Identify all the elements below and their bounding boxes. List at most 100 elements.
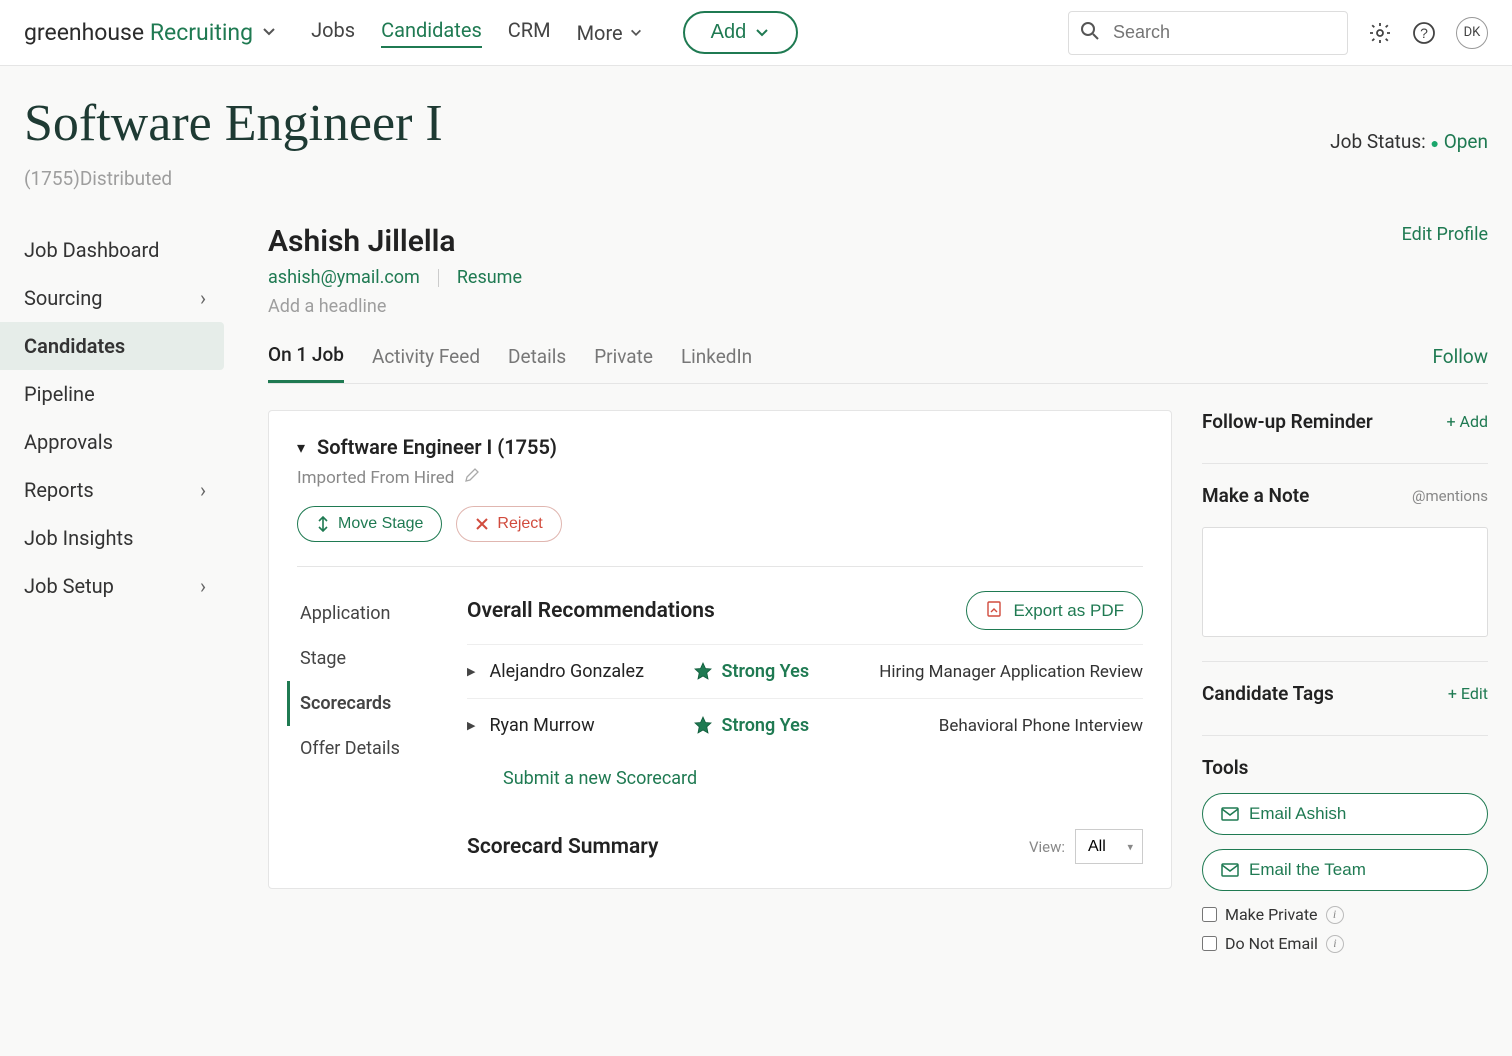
top-nav: Jobs Candidates CRM More — [311, 18, 643, 48]
followup-title: Follow-up Reminder — [1202, 410, 1373, 433]
sidebar-item-sourcing[interactable]: Sourcing › — [0, 274, 224, 322]
reject-label: Reject — [497, 515, 542, 533]
summary-title: Scorecard Summary — [467, 835, 658, 859]
sidebar-item-candidates[interactable]: Candidates — [0, 322, 224, 370]
settings-button[interactable] — [1368, 21, 1392, 45]
sidebar-item-label: Job Dashboard — [24, 238, 159, 262]
recommendation-row[interactable]: ▶ Alejandro Gonzalez Strong Yes Hiring M… — [467, 644, 1143, 698]
candidate-email-link[interactable]: ashish@ymail.com — [268, 267, 420, 288]
add-followup-link[interactable]: + Add — [1446, 412, 1488, 431]
help-button[interactable]: ? — [1412, 21, 1436, 45]
stage-actions: Move Stage Reject — [297, 506, 1143, 542]
email-candidate-label: Email Ashish — [1249, 804, 1346, 824]
email-team-button[interactable]: Email the Team — [1202, 849, 1488, 891]
card-inner-nav: Application Stage Scorecards Offer Detai… — [297, 591, 467, 864]
chevron-right-icon: › — [200, 574, 206, 598]
job-card-title: Software Engineer I (1755) — [317, 435, 557, 459]
sidebar-item-reports[interactable]: Reports› — [0, 466, 224, 514]
nav-candidates[interactable]: Candidates — [381, 18, 482, 48]
make-private-label: Make Private — [1225, 905, 1318, 924]
sidebar-item-job-dashboard[interactable]: Job Dashboard — [0, 226, 224, 274]
do-not-email-label: Do Not Email — [1225, 934, 1318, 953]
chevron-right-icon: › — [200, 286, 206, 310]
tools-title: Tools — [1202, 756, 1488, 779]
move-icon — [316, 516, 330, 532]
sidebar-item-job-setup[interactable]: Job Setup› — [0, 562, 224, 610]
tags-title: Candidate Tags — [1202, 682, 1334, 705]
resume-link[interactable]: Resume — [457, 267, 522, 288]
view-select[interactable]: All — [1075, 829, 1143, 864]
content: Ashish Jillella ashish@ymail.com Resume … — [224, 200, 1512, 977]
move-stage-button[interactable]: Move Stage — [297, 506, 442, 542]
two-column: ▾ Software Engineer I (1755) Imported Fr… — [268, 410, 1488, 953]
info-icon[interactable]: i — [1326, 935, 1344, 953]
imported-label: Imported From Hired — [297, 468, 454, 488]
pencil-icon[interactable] — [464, 467, 480, 488]
search-box — [1068, 11, 1348, 55]
submit-scorecard-link[interactable]: Submit a new Scorecard — [503, 768, 697, 789]
followup-section: Follow-up Reminder + Add — [1202, 410, 1488, 464]
expand-caret-icon[interactable]: ▶ — [467, 665, 475, 678]
nav-crm[interactable]: CRM — [508, 18, 551, 48]
tab-on-job[interactable]: On 1 Job — [268, 343, 344, 383]
chevron-down-icon[interactable] — [261, 19, 277, 46]
export-pdf-button[interactable]: Export as PDF — [966, 591, 1143, 630]
make-private-toggle[interactable]: Make Private i — [1202, 905, 1488, 924]
pdf-icon — [985, 600, 1003, 621]
make-private-checkbox[interactable] — [1202, 907, 1217, 922]
search-input[interactable] — [1068, 11, 1348, 55]
help-icon: ? — [1412, 21, 1436, 45]
page-header: Software Engineer I Job Status: ● Open (… — [0, 66, 1512, 200]
nav-more[interactable]: More — [577, 18, 643, 48]
inner-nav-scorecards[interactable]: Scorecards — [287, 681, 467, 726]
edit-tags-link[interactable]: + Edit — [1448, 684, 1488, 703]
collapse-caret-icon[interactable]: ▾ — [297, 438, 305, 457]
inner-nav-stage[interactable]: Stage — [300, 636, 467, 681]
mentions-link[interactable]: @mentions — [1412, 487, 1488, 505]
status-dot-icon: ● — [1431, 136, 1439, 152]
review-stage: Behavioral Phone Interview — [867, 716, 1143, 736]
mail-icon — [1221, 807, 1239, 821]
email-candidate-button[interactable]: Email Ashish — [1202, 793, 1488, 835]
do-not-email-checkbox[interactable] — [1202, 936, 1217, 951]
job-status-label: Job Status: — [1330, 130, 1426, 153]
inner-nav-offer-details[interactable]: Offer Details — [300, 726, 467, 771]
tab-details[interactable]: Details — [508, 345, 566, 382]
expand-caret-icon[interactable]: ▶ — [467, 719, 475, 732]
follow-link[interactable]: Follow — [1433, 345, 1489, 382]
recommendation-row[interactable]: ▶ Ryan Murrow Strong Yes Behavioral Phon… — [467, 698, 1143, 752]
sidebar-item-label: Sourcing — [24, 286, 103, 310]
tab-linkedin[interactable]: LinkedIn — [681, 345, 752, 382]
tab-activity-feed[interactable]: Activity Feed — [372, 345, 480, 382]
sidebar-item-approvals[interactable]: Approvals — [0, 418, 224, 466]
add-headline[interactable]: Add a headline — [268, 296, 522, 317]
nav-jobs[interactable]: Jobs — [311, 18, 355, 48]
reviewer-name: Ryan Murrow — [489, 715, 679, 736]
logo-part1: greenhouse — [24, 19, 144, 46]
divider — [438, 269, 439, 287]
tab-private[interactable]: Private — [594, 345, 653, 382]
info-icon[interactable]: i — [1326, 906, 1344, 924]
logo[interactable]: greenhouse Recruiting — [24, 19, 277, 46]
add-button[interactable]: Add — [683, 11, 799, 54]
sidebar-item-job-insights[interactable]: Job Insights — [0, 514, 224, 562]
inner-nav-application[interactable]: Application — [300, 591, 467, 636]
candidate-name: Ashish Jillella — [268, 224, 522, 259]
do-not-email-toggle[interactable]: Do Not Email i — [1202, 934, 1488, 953]
sidebar-item-pipeline[interactable]: Pipeline — [0, 370, 224, 418]
edit-profile-link[interactable]: Edit Profile — [1402, 224, 1488, 245]
search-icon — [1080, 21, 1100, 45]
card-title-row[interactable]: ▾ Software Engineer I (1755) — [297, 435, 1143, 459]
tools-section: Tools Email Ashish Email the Team Make P… — [1202, 756, 1488, 953]
reviewer-name: Alejandro Gonzalez — [489, 661, 679, 682]
note-textarea[interactable] — [1202, 527, 1488, 637]
export-label: Export as PDF — [1013, 601, 1124, 621]
reject-button[interactable]: Reject — [456, 506, 561, 542]
user-avatar[interactable]: DK — [1456, 17, 1488, 49]
candidate-tabs: On 1 Job Activity Feed Details Private L… — [268, 343, 1488, 384]
sidebar-item-label: Candidates — [24, 334, 125, 358]
sidebar-item-label: Pipeline — [24, 382, 95, 406]
right-column: Follow-up Reminder + Add Make a Note @me… — [1202, 410, 1488, 953]
star-icon — [693, 662, 713, 682]
imported-source: Imported From Hired — [297, 467, 1143, 488]
